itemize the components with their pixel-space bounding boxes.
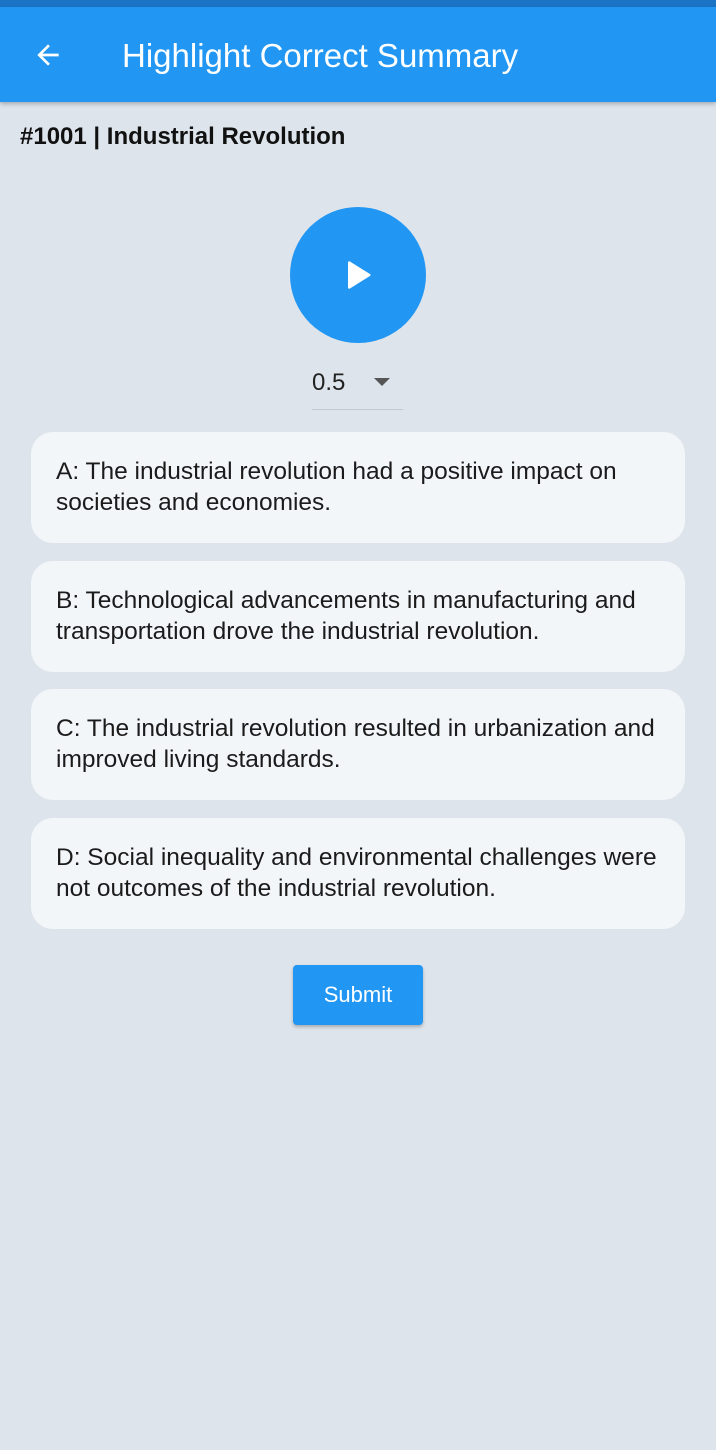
option-b[interactable]: B: Technological advancements in manufac… [31, 561, 685, 672]
submit-button[interactable]: Submit [293, 965, 423, 1025]
caret-down-icon [374, 378, 390, 386]
page-title: Highlight Correct Summary [122, 37, 519, 74]
question-title: #1001 | Industrial Revolution [20, 123, 346, 150]
playback-speed-dropdown[interactable]: 0.5 [312, 364, 403, 410]
option-b-text: B: Technological advancements in manufac… [56, 587, 636, 645]
option-a-text: A: The industrial revolution had a posit… [56, 458, 617, 516]
play-button[interactable] [290, 207, 426, 343]
status-bar [0, 0, 716, 7]
playback-speed-value: 0.5 [312, 369, 346, 396]
option-a[interactable]: A: The industrial revolution had a posit… [31, 432, 685, 543]
option-d-text: D: Social inequality and environmental c… [56, 844, 657, 902]
arrow-left-icon [37, 44, 59, 66]
play-icon [348, 261, 371, 289]
option-c[interactable]: C: The industrial revolution resulted in… [31, 689, 685, 800]
option-d[interactable]: D: Social inequality and environmental c… [31, 818, 685, 929]
back-button[interactable] [28, 35, 68, 75]
app-bar: Highlight Correct Summary [0, 7, 716, 102]
option-c-text: C: The industrial revolution resulted in… [56, 715, 655, 773]
